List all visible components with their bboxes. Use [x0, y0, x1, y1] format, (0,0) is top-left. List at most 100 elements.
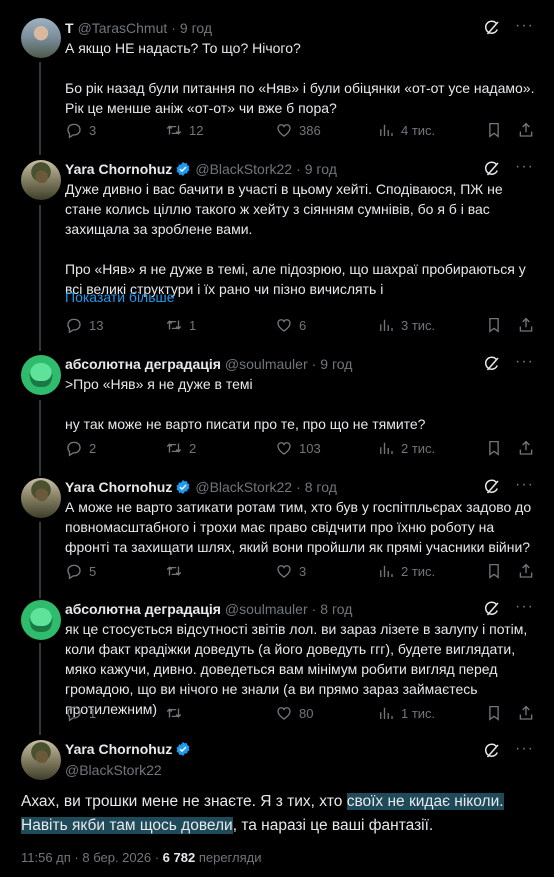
author-name[interactable]: абсолютна деградація: [65, 601, 221, 617]
repost-button[interactable]: [165, 561, 183, 581]
like-button[interactable]: 80: [275, 703, 313, 723]
tweet-time[interactable]: 8 год: [320, 601, 352, 617]
views-label: перегляди: [195, 850, 262, 865]
share-button[interactable]: [517, 561, 535, 581]
thread-line: [39, 643, 41, 735]
tweet-time[interactable]: 9 год: [320, 356, 352, 372]
author-handle[interactable]: @TarasChmut: [78, 20, 168, 36]
view-count: 1 тис.: [401, 705, 436, 721]
tweet-timestamp[interactable]: 11:56 дп · 8 бер. 2026 ·: [21, 850, 163, 865]
bookmark-button[interactable]: [485, 703, 503, 723]
more-icon[interactable]: ···: [515, 17, 533, 35]
repost-button[interactable]: 12: [165, 120, 203, 140]
avatar[interactable]: [21, 740, 61, 780]
author-name[interactable]: Yara Chornohuz: [65, 161, 172, 177]
like-icon: [275, 439, 293, 457]
like-button[interactable]: 386: [275, 120, 321, 140]
reply-button[interactable]: 13: [65, 315, 103, 335]
author-name[interactable]: абсолютна деградація: [65, 356, 221, 372]
repost-button[interactable]: 2: [165, 438, 196, 458]
author-handle[interactable]: @soulmauler: [225, 601, 308, 617]
tweet-actions: 13 1 6 3 тис.: [65, 315, 535, 335]
share-button[interactable]: [517, 120, 535, 140]
more-icon[interactable]: ···: [515, 740, 533, 758]
author-handle[interactable]: @soulmauler: [225, 356, 308, 372]
author-name-row[interactable]: Yara Chornohuz: [65, 741, 191, 757]
repost-count: 1: [189, 317, 197, 333]
bookmark-button[interactable]: [485, 315, 503, 335]
main-author: Yara Chornohuz @BlackStork22: [65, 741, 191, 778]
bookmark-button[interactable]: [485, 438, 503, 458]
tweet-header: Yara Chornohuz @BlackStork22 · 8 год: [65, 478, 337, 496]
like-icon: [275, 316, 293, 334]
like-count: 103: [299, 440, 321, 456]
tweet-time[interactable]: 8 год: [305, 479, 337, 495]
grok-icon[interactable]: [483, 19, 501, 37]
like-button[interactable]: 3: [275, 561, 306, 581]
views-button[interactable]: 2 тис.: [377, 561, 435, 581]
views-button[interactable]: 3 тис.: [377, 315, 435, 335]
reply-count: 1: [89, 705, 97, 721]
reply-button[interactable]: 2: [65, 438, 96, 458]
separator-dot: ·: [311, 356, 317, 372]
separator-dot: ·: [296, 479, 301, 495]
tweet-meta: 11:56 дп · 8 бер. 2026 · 6 782 перегляди: [21, 850, 261, 865]
avatar[interactable]: [21, 478, 61, 518]
like-button[interactable]: 103: [275, 438, 321, 458]
more-icon[interactable]: ···: [515, 353, 533, 371]
share-button[interactable]: [517, 703, 535, 723]
more-icon[interactable]: ···: [515, 476, 533, 494]
grok-icon[interactable]: [483, 742, 501, 760]
share-icon: [517, 316, 535, 334]
tweet-time[interactable]: 9 год: [180, 20, 212, 36]
grok-icon[interactable]: [483, 478, 501, 496]
repost-button[interactable]: 1: [165, 315, 196, 335]
verified-icon: [175, 479, 191, 495]
text-before: Ахах, ви трошки мене не знаєте. Я з тих,…: [21, 793, 347, 810]
author-name[interactable]: Yara Chornohuz: [65, 479, 172, 495]
separator-dot: ·: [171, 20, 176, 36]
author-name[interactable]: T: [65, 20, 74, 36]
author-handle[interactable]: @BlackStork22: [195, 479, 292, 495]
tweet-actions: 5 3 2 тис.: [65, 561, 535, 581]
reply-button[interactable]: 1: [65, 703, 96, 723]
repost-icon: [165, 704, 183, 722]
thread-line: [39, 62, 41, 155]
more-icon[interactable]: ···: [515, 158, 533, 176]
show-more-link[interactable]: Показати більше: [65, 289, 175, 305]
grok-icon[interactable]: [483, 160, 501, 178]
tweet-time[interactable]: 9 год: [305, 161, 337, 177]
view-count: 3 тис.: [401, 317, 436, 333]
reply-icon: [65, 704, 83, 722]
like-count: 6: [299, 317, 307, 333]
author-handle[interactable]: @BlackStork22: [195, 161, 292, 177]
share-button[interactable]: [517, 315, 535, 335]
author-handle[interactable]: @BlackStork22: [65, 762, 191, 778]
like-count: 386: [299, 122, 321, 138]
grok-icon[interactable]: [483, 355, 501, 373]
bookmark-button[interactable]: [485, 561, 503, 581]
avatar[interactable]: [21, 18, 61, 58]
reply-icon: [65, 316, 83, 334]
bookmark-icon: [485, 439, 503, 457]
avatar[interactable]: [21, 355, 61, 395]
reply-button[interactable]: 5: [65, 561, 96, 581]
author-name[interactable]: Yara Chornohuz: [65, 741, 172, 757]
views-button[interactable]: 2 тис.: [377, 438, 435, 458]
like-icon: [275, 562, 293, 580]
more-icon[interactable]: ···: [515, 598, 533, 616]
avatar[interactable]: [21, 160, 61, 200]
grok-icon[interactable]: [483, 600, 501, 618]
reply-icon: [65, 121, 83, 139]
views-button[interactable]: 1 тис.: [377, 703, 435, 723]
like-button[interactable]: 6: [275, 315, 306, 335]
separator-dot: ·: [311, 601, 317, 617]
tweet-actions: 1 80 1 тис.: [65, 703, 535, 723]
views-button[interactable]: 4 тис.: [377, 120, 435, 140]
avatar[interactable]: [21, 600, 61, 640]
share-button[interactable]: [517, 438, 535, 458]
repost-button[interactable]: [165, 703, 183, 723]
reply-button[interactable]: 3: [65, 120, 96, 140]
bookmark-button[interactable]: [485, 120, 503, 140]
like-icon: [275, 121, 293, 139]
